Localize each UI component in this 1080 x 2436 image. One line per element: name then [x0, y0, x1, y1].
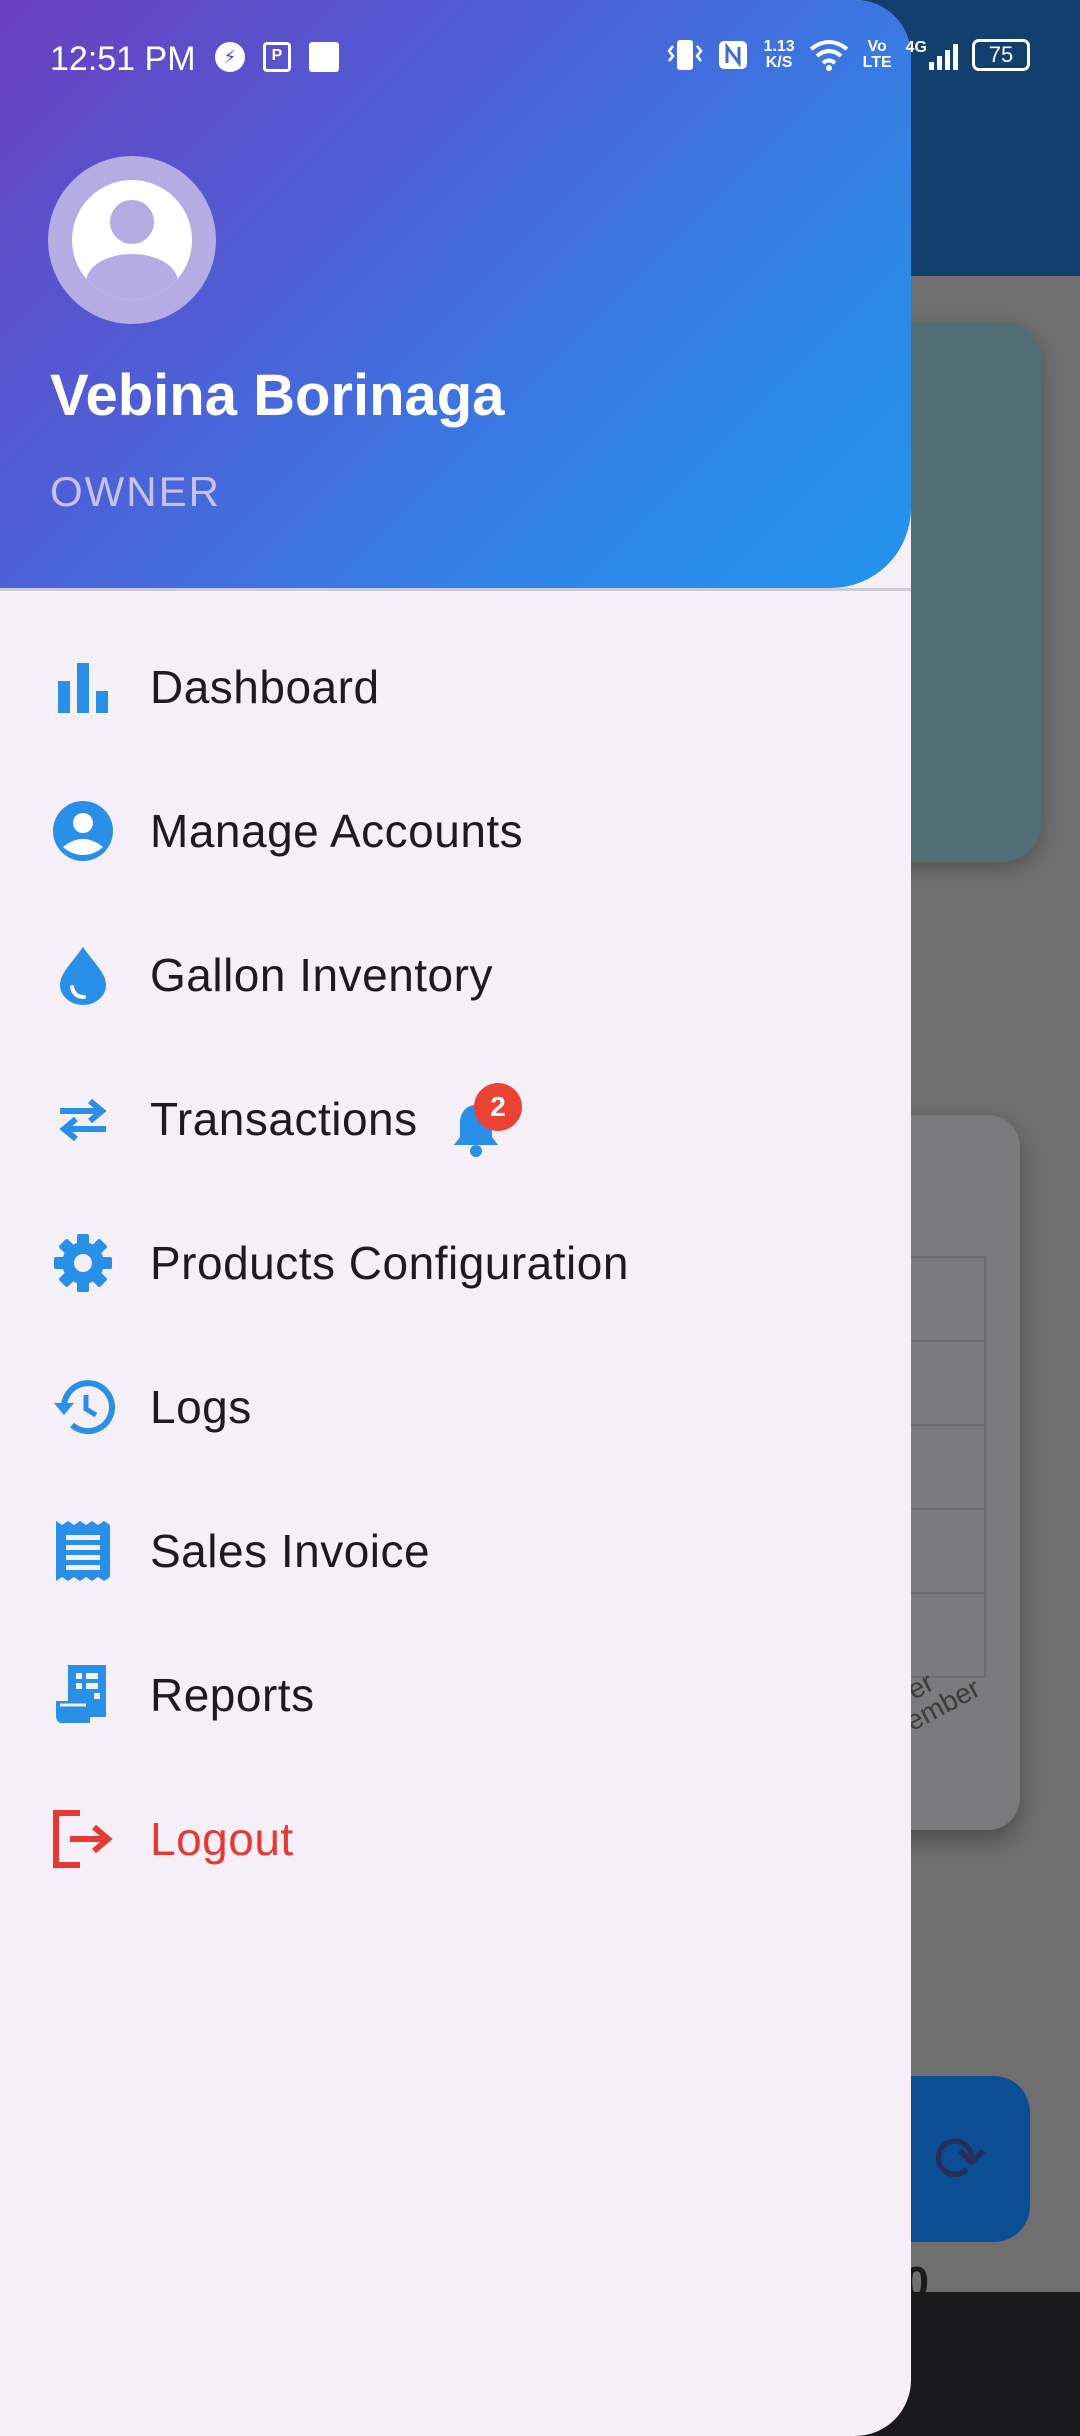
- notification-icons: ⚡ P: [215, 42, 339, 72]
- notification-bell[interactable]: 2: [452, 1083, 524, 1161]
- system-icons: 1.13 K/S Vo LTE 4G 75: [667, 38, 1030, 72]
- signal-bars-icon: [929, 40, 958, 70]
- person-icon: [72, 180, 192, 300]
- nfc-icon: [719, 41, 748, 69]
- wifi-icon: [809, 40, 848, 71]
- menu-item-label: Reports: [150, 1669, 315, 1721]
- menu-item-label: Logs: [150, 1381, 252, 1433]
- menu-item-manage-accounts[interactable]: Manage Accounts: [0, 759, 911, 903]
- receipt-icon: [56, 1521, 110, 1581]
- volte-indicator: Vo LTE: [863, 39, 892, 71]
- menu-item-label: Sales Invoice: [150, 1525, 431, 1577]
- menu-item-reports[interactable]: Reports: [0, 1623, 911, 1767]
- menu-item-products-configuration[interactable]: Products Configuration: [0, 1191, 911, 1335]
- menu-item-sales-invoice[interactable]: Sales Invoice: [0, 1479, 911, 1623]
- swap-arrows-icon: [59, 1098, 107, 1142]
- gear-icon: [54, 1234, 112, 1292]
- network-speed-value: 1.13: [763, 38, 795, 55]
- cellular-signal: 4G: [906, 40, 958, 70]
- header-divider: [0, 588, 911, 591]
- menu-item-label: Gallon Inventory: [150, 949, 493, 1001]
- status-time: 12:51 PM: [50, 40, 196, 78]
- navigation-drawer: Vebina Borinaga OWNER Dashboard Manage A…: [0, 0, 911, 2436]
- avatar: [48, 156, 216, 324]
- menu-item-label: Logout: [150, 1813, 294, 1865]
- menu-item-logout[interactable]: Logout: [0, 1767, 911, 1911]
- menu-item-logs[interactable]: Logs: [0, 1335, 911, 1479]
- menu-item-label: Dashboard: [150, 661, 380, 713]
- menu-item-label: Products Configuration: [150, 1237, 629, 1289]
- messenger-icon: ⚡: [215, 42, 245, 72]
- water-drop-icon: [60, 947, 106, 1005]
- square-notification-icon: [309, 42, 339, 72]
- menu-item-dashboard[interactable]: Dashboard: [0, 615, 911, 759]
- volte-bottom: LTE: [862, 54, 892, 71]
- menu-item-label: Transactions: [150, 1093, 418, 1145]
- refresh-icon: ⟳: [933, 2122, 987, 2195]
- history-icon: [54, 1380, 115, 1435]
- user-name: Vebina Borinaga: [50, 363, 505, 428]
- bar-chart-icon: [58, 663, 108, 713]
- account-circle-icon: [53, 801, 113, 861]
- volte-top: Vo: [867, 38, 887, 55]
- network-type: 4G: [905, 39, 927, 56]
- battery-icon: 75: [972, 39, 1030, 71]
- menu-item-transactions[interactable]: Transactions 2: [0, 1047, 911, 1191]
- notification-badge: 2: [474, 1083, 522, 1131]
- network-speed: 1.13 K/S: [763, 39, 794, 71]
- network-speed-unit: K/S: [765, 54, 793, 71]
- app-notification-icon: P: [263, 42, 291, 72]
- menu-item-label: Manage Accounts: [150, 805, 524, 857]
- vibrate-icon: [667, 40, 704, 70]
- user-role: OWNER: [50, 468, 221, 515]
- logout-icon: [53, 1810, 113, 1868]
- status-bar: 12:51 PM ⚡ P 1.13 K/S Vo LTE 4G 75: [0, 0, 1080, 120]
- drawer-menu: Dashboard Manage Accounts Gallon Invento…: [0, 615, 911, 1911]
- menu-item-gallon-inventory[interactable]: Gallon Inventory: [0, 903, 911, 1047]
- report-icon: [56, 1665, 106, 1723]
